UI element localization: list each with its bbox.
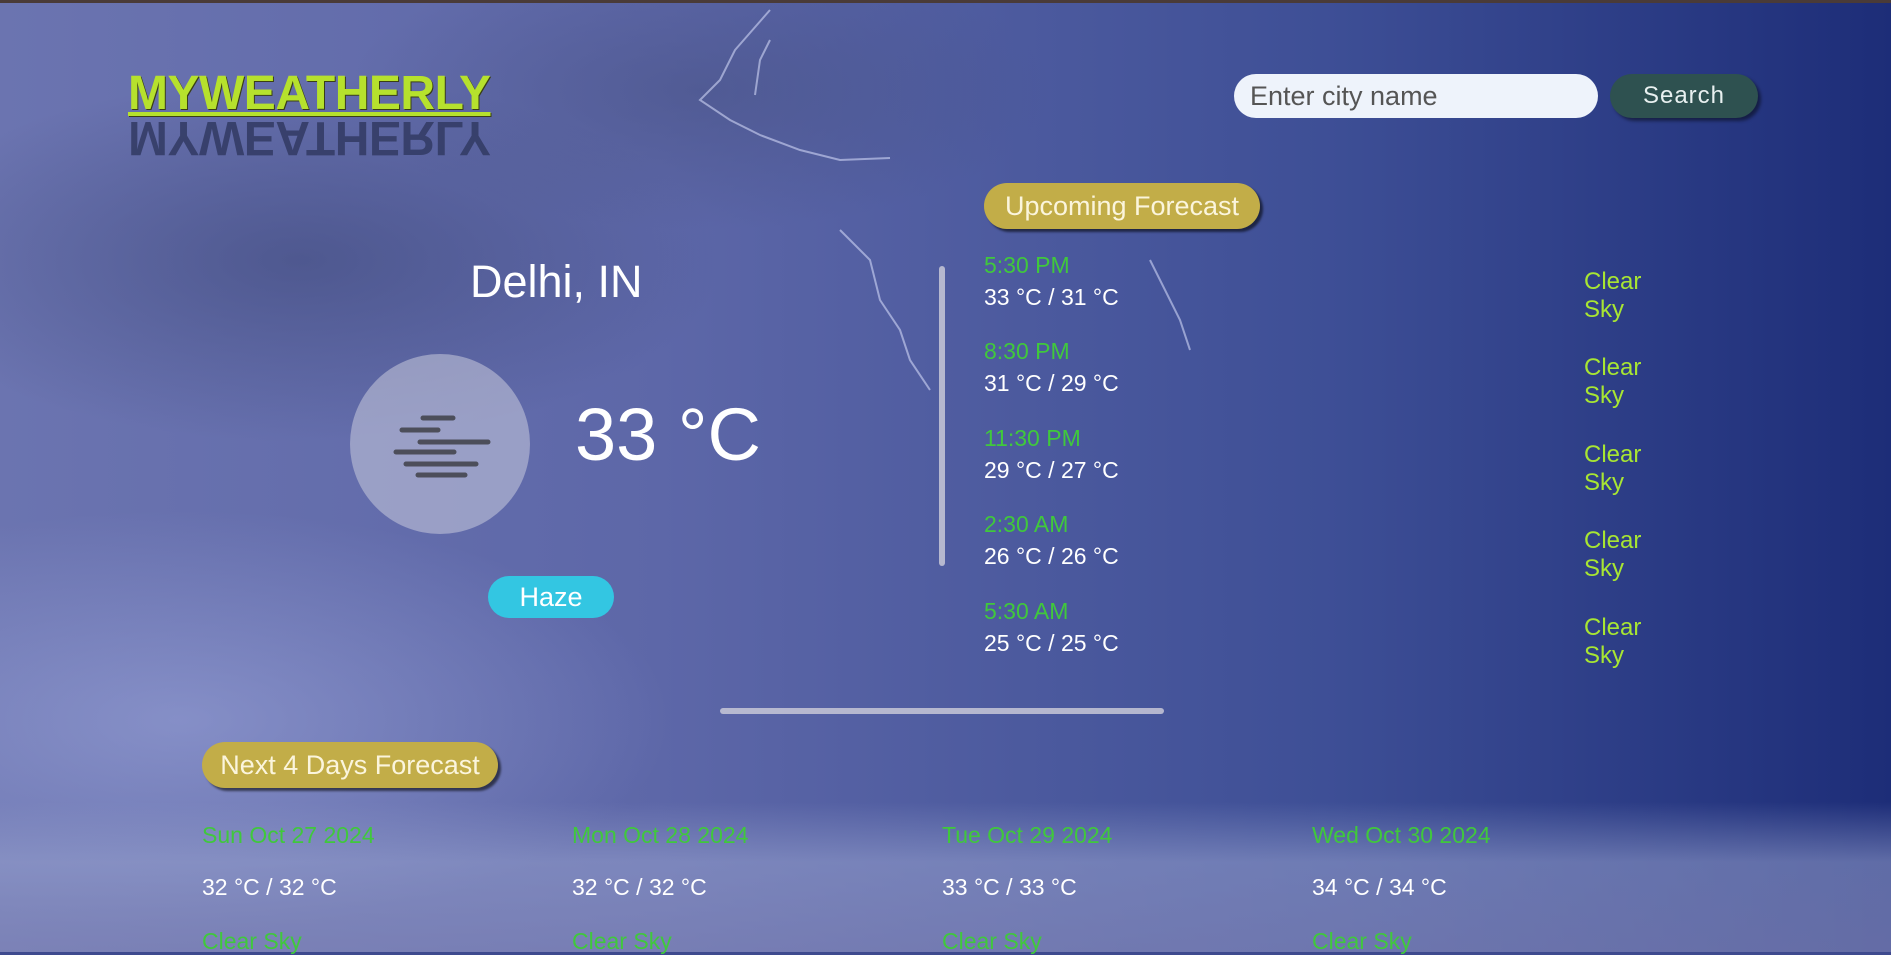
hourly-forecast-row: 5:30 AM 25 °C / 25 °C Clear Sky — [984, 598, 1684, 669]
search-button[interactable]: Search — [1610, 74, 1758, 118]
forecast-temps: 33 °C / 31 °C — [984, 284, 1119, 310]
city-search-input[interactable] — [1234, 74, 1598, 118]
daily-description: Clear Sky — [942, 928, 1042, 954]
daily-forecast-item: Tue Oct 29 2024 33 °C / 33 °C Clear Sky — [942, 822, 1292, 954]
next-days-forecast-heading: Next 4 Days Forecast — [202, 742, 498, 788]
daily-date: Wed Oct 30 2024 — [1312, 822, 1491, 848]
horizontal-divider — [720, 708, 1164, 714]
daily-temps: 32 °C / 32 °C — [572, 874, 707, 900]
forecast-time: 5:30 AM — [984, 598, 1069, 624]
forecast-description: Clear Sky — [1584, 354, 1642, 409]
forecast-time: 8:30 PM — [984, 338, 1070, 364]
daily-forecast-item: Wed Oct 30 2024 34 °C / 34 °C Clear Sky — [1312, 822, 1662, 954]
top-border — [0, 0, 1891, 3]
forecast-temps: 31 °C / 29 °C — [984, 370, 1119, 396]
forecast-time: 2:30 AM — [984, 511, 1069, 537]
daily-description: Clear Sky — [572, 928, 672, 954]
vertical-divider — [939, 266, 945, 566]
hourly-forecast-row: 5:30 PM 33 °C / 31 °C Clear Sky — [984, 252, 1684, 323]
daily-temps: 32 °C / 32 °C — [202, 874, 337, 900]
current-city: Delhi, IN — [470, 256, 643, 307]
current-temperature: 33 °C — [575, 393, 761, 476]
daily-forecast-item: Sun Oct 27 2024 32 °C / 32 °C Clear Sky — [202, 822, 552, 954]
forecast-temps: 26 °C / 26 °C — [984, 543, 1119, 569]
daily-description: Clear Sky — [202, 928, 302, 954]
daily-temps: 33 °C / 33 °C — [942, 874, 1077, 900]
haze-icon — [393, 415, 491, 478]
daily-temps: 34 °C / 34 °C — [1312, 874, 1447, 900]
app-logo-reflection: MYWEATHERLY — [128, 111, 491, 164]
forecast-time: 11:30 PM — [984, 425, 1081, 451]
forecast-description: Clear Sky — [1584, 268, 1642, 323]
hourly-forecast-row: 2:30 AM 26 °C / 26 °C Clear Sky — [984, 511, 1684, 582]
daily-date: Sun Oct 27 2024 — [202, 822, 375, 848]
daily-date: Tue Oct 29 2024 — [942, 822, 1113, 848]
daily-forecast-item: Mon Oct 28 2024 32 °C / 32 °C Clear Sky — [572, 822, 922, 954]
forecast-description: Clear Sky — [1584, 614, 1642, 669]
daily-description: Clear Sky — [1312, 928, 1412, 954]
forecast-description: Clear Sky — [1584, 441, 1642, 496]
condition-badge: Haze — [488, 576, 614, 618]
current-weather-icon-container — [350, 354, 530, 534]
hourly-forecast-row: 8:30 PM 31 °C / 29 °C Clear Sky — [984, 338, 1684, 409]
forecast-description: Clear Sky — [1584, 527, 1642, 582]
forecast-temps: 25 °C / 25 °C — [984, 630, 1119, 656]
forecast-temps: 29 °C / 27 °C — [984, 457, 1119, 483]
daily-date: Mon Oct 28 2024 — [572, 822, 749, 848]
forecast-time: 5:30 PM — [984, 252, 1070, 278]
upcoming-forecast-heading: Upcoming Forecast — [984, 183, 1260, 229]
hourly-forecast-row: 11:30 PM 29 °C / 27 °C Clear Sky — [984, 425, 1684, 496]
